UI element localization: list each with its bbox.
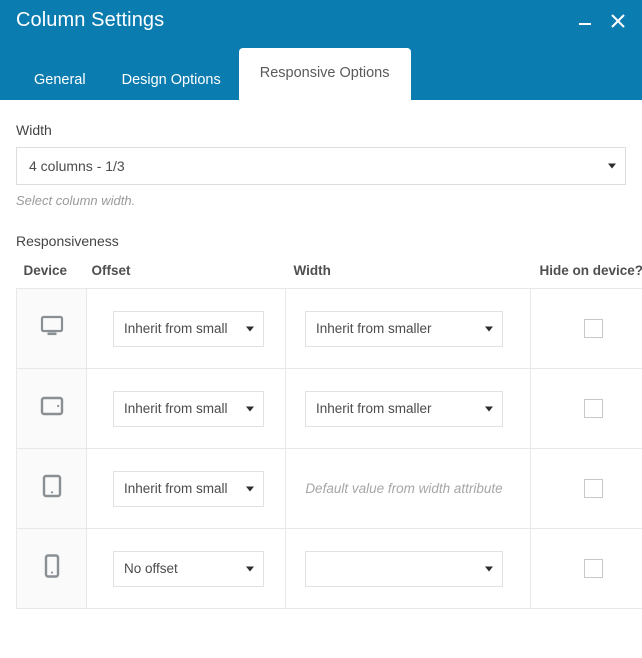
table-row: Inherit from small Inherit from smaller <box>16 288 642 369</box>
width-select[interactable]: 4 columns - 1/3 <box>16 147 626 185</box>
responsiveness-title: Responsiveness <box>16 233 119 249</box>
hide-cell <box>530 448 642 529</box>
width-select-value: 4 columns - 1/3 <box>29 158 125 174</box>
row-width-select-value: Inherit from smaller <box>316 400 432 416</box>
offset-cell: Inherit from small <box>86 448 286 529</box>
width-cell: Inherit from smaller <box>285 288 531 369</box>
offset-select-value: Inherit from small <box>124 480 228 496</box>
row-width-select[interactable]: Inherit from smaller <box>305 390 503 427</box>
row-width-select[interactable]: Inherit from smaller <box>305 310 503 347</box>
offset-select[interactable]: Inherit from small <box>113 310 264 347</box>
desktop-icon <box>40 315 64 337</box>
offset-cell: Inherit from small <box>86 368 286 449</box>
modal-header: Column Settings General Design Options R… <box>0 0 642 100</box>
hide-on-device-checkbox[interactable] <box>583 399 603 418</box>
offset-select-value: Inherit from small <box>124 320 228 336</box>
offset-select[interactable]: No offset <box>113 550 264 587</box>
mobile-icon <box>44 554 60 578</box>
tab-responsive-options[interactable]: Responsive Options <box>238 48 411 100</box>
chevron-down-icon <box>246 326 254 331</box>
offset-select[interactable]: Inherit from small <box>113 390 264 427</box>
width-cell: Default value from width attribute <box>285 448 531 529</box>
device-cell <box>16 368 87 449</box>
hide-on-device-checkbox[interactable] <box>583 319 603 338</box>
table-row: Inherit from small Default value from wi… <box>16 448 642 529</box>
tablet-landscape-icon <box>40 396 64 416</box>
window-controls <box>575 10 628 34</box>
offset-cell: No offset <box>86 528 286 609</box>
row-width-select[interactable] <box>305 550 503 587</box>
table-head: Device Offset Width Hide on device? <box>17 263 642 289</box>
hide-cell <box>530 528 642 609</box>
width-cell <box>285 528 531 609</box>
page-title: Column Settings <box>16 9 165 31</box>
column-header-hide-on-device: Hide on device? <box>539 263 642 278</box>
chevron-down-icon <box>485 406 493 411</box>
offset-select-value: No offset <box>124 560 178 576</box>
chevron-down-icon <box>246 486 254 491</box>
device-cell <box>16 448 87 529</box>
column-header-device: Device <box>23 263 68 278</box>
row-width-placeholder: Default value from width attribute <box>305 480 503 496</box>
column-header-offset: Offset <box>91 263 131 278</box>
modal-body: Width 4 columns - 1/3 Select column widt… <box>0 122 642 609</box>
row-width-select-value: Inherit from smaller <box>316 320 432 336</box>
responsiveness-table: Device Offset Width Hide on device? Inhe… <box>16 263 642 609</box>
close-icon[interactable] <box>608 10 628 34</box>
tab-design-options[interactable]: Design Options <box>104 60 239 100</box>
chevron-down-icon <box>246 406 254 411</box>
table-row: No offset <box>16 528 642 609</box>
offset-select-value: Inherit from small <box>124 400 228 416</box>
device-cell <box>16 528 87 609</box>
tab-bar: General Design Options Responsive Option… <box>16 48 411 100</box>
minimize-icon[interactable] <box>575 10 595 34</box>
offset-select[interactable]: Inherit from small <box>113 470 264 507</box>
offset-cell: Inherit from small <box>86 288 286 369</box>
tab-general[interactable]: General <box>16 60 104 100</box>
chevron-down-icon <box>485 326 493 331</box>
table-body: Inherit from small Inherit from smaller <box>16 288 642 609</box>
width-cell: Inherit from smaller <box>285 368 531 449</box>
chevron-down-icon <box>485 566 493 571</box>
hide-on-device-checkbox[interactable] <box>583 559 603 578</box>
chevron-down-icon <box>246 566 254 571</box>
tablet-portrait-icon <box>42 474 62 498</box>
table-header-row: Device Offset Width Hide on device? <box>17 263 642 289</box>
table-row: Inherit from small Inherit from smaller <box>16 368 642 449</box>
hide-on-device-checkbox[interactable] <box>583 479 603 498</box>
column-header-width: Width <box>293 263 331 278</box>
width-label: Width <box>16 122 52 138</box>
chevron-down-icon <box>608 163 616 169</box>
device-cell <box>16 288 87 369</box>
width-helper-text: Select column width. <box>16 193 136 208</box>
hide-cell <box>530 288 642 369</box>
hide-cell <box>530 368 642 449</box>
